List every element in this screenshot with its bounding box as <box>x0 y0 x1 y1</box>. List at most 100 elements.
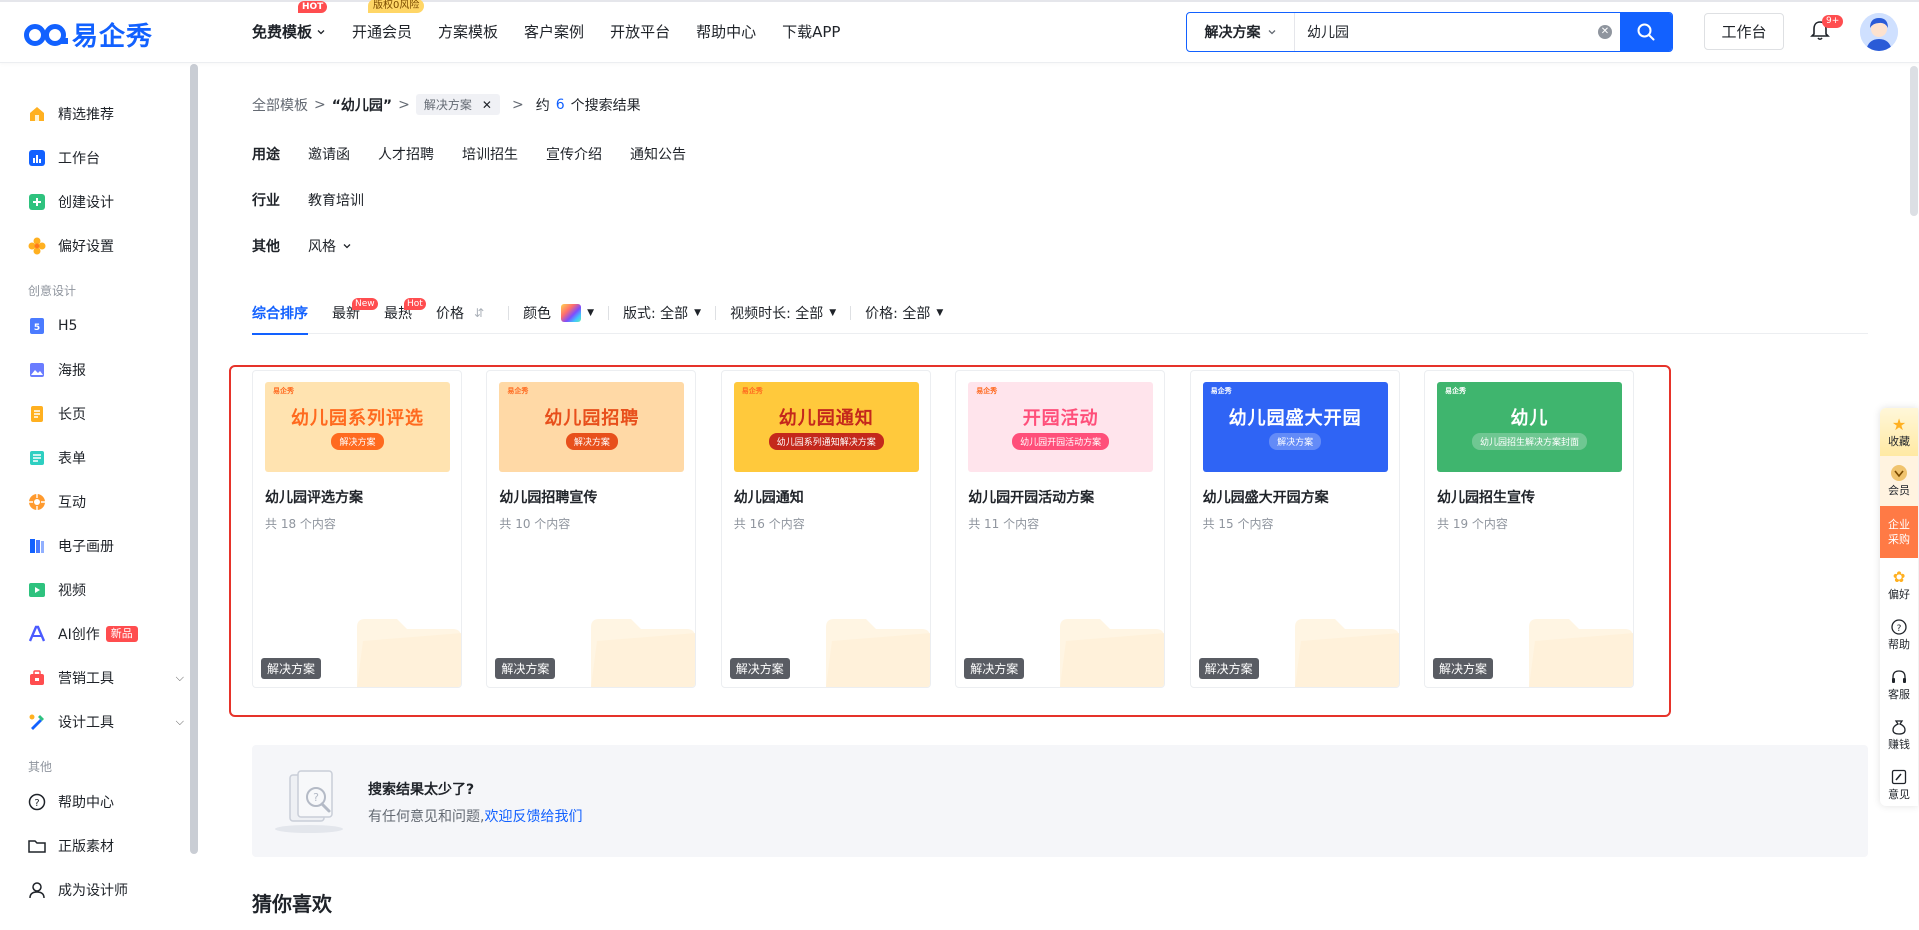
nav-help-center[interactable]: 帮助中心 <box>696 21 756 42</box>
thumbnail-brand: 易企秀 <box>1445 387 1466 395</box>
notification-button[interactable]: 9+ <box>1810 15 1844 46</box>
sidebar-item-label: 工作台 <box>58 151 100 167</box>
card-thumbnail: 易企秀 幼儿园盛大开园 解决方案 <box>1202 382 1388 472</box>
result-card[interactable]: 易企秀 幼儿 幼儿园招生解决方案封面 幼儿园招生宣传共 19 个内容 解决方案 <box>1424 370 1634 688</box>
chevron-down-icon <box>317 29 325 34</box>
nav-membership[interactable]: 版权0风险 开通会员 <box>352 0 425 42</box>
sort-comprehensive[interactable]: 综合排序 <box>252 292 308 335</box>
sidebar-item-create[interactable]: 创建设计 <box>28 190 184 214</box>
float-membership[interactable]: 会员 <box>1880 456 1918 506</box>
folder-watermark-icon <box>825 619 930 687</box>
filter-option[interactable]: 培训招生 <box>462 144 518 164</box>
result-card[interactable]: 易企秀 幼儿园通知 幼儿园系列通知解决方案 幼儿园通知共 16 个内容 解决方案 <box>720 370 931 688</box>
sidebar-item-form[interactable]: 表单 <box>28 446 184 470</box>
card-count: 共 11 个内容 <box>968 517 1040 531</box>
thumbnail-subtitle: 解决方案 <box>331 433 384 450</box>
folder-watermark-icon <box>357 619 461 687</box>
sidebar-item-long-page[interactable]: 长页 <box>28 402 184 426</box>
float-enterprise[interactable]: 企业采购 <box>1880 506 1918 558</box>
result-card[interactable]: 易企秀 幼儿园招聘 解决方案 幼儿园招聘宣传共 10 个内容 解决方案 <box>486 370 697 688</box>
filter-option[interactable]: 宣传介绍 <box>546 144 602 164</box>
sidebar-item-interactive[interactable]: 互动 <box>28 490 184 514</box>
float-earn[interactable]: 赚钱 <box>1880 718 1918 752</box>
sidebar-item-help[interactable]: ? 帮助中心 <box>28 790 184 814</box>
brand-name: 易企秀 <box>72 22 154 52</box>
thumbnail-brand: 易企秀 <box>273 387 294 395</box>
sidebar-item-workbench[interactable]: 工作台 <box>28 146 184 170</box>
divider <box>607 305 609 320</box>
filter-label: 用途 <box>252 147 280 163</box>
sort-hottest[interactable]: 最热 Hot <box>384 292 426 334</box>
sidebar-item-label: 精选推荐 <box>58 107 114 123</box>
chevron-down-icon <box>343 244 351 249</box>
filter-option[interactable]: 人才招聘 <box>378 144 434 164</box>
house-icon <box>28 105 46 123</box>
close-icon[interactable]: ✕ <box>482 98 492 112</box>
nav-free-templates[interactable]: HOT 免费模板 <box>252 1 328 42</box>
thumbnail-subtitle: 幼儿园招生解决方案封面 <box>1471 433 1587 450</box>
card-thumbnail: 易企秀 幼儿园系列评选 解决方案 <box>265 382 450 472</box>
nav-open-platform[interactable]: 开放平台 <box>610 21 670 42</box>
breadcrumb-separator: > <box>314 96 326 113</box>
float-preference[interactable]: ✿ 偏好 <box>1880 568 1918 602</box>
sidebar-item-ebook[interactable]: 电子画册 <box>28 534 184 558</box>
result-card[interactable]: 易企秀 开园活动 幼儿园开园活动方案 幼儿园开园活动方案共 11 个内容 解决方案 <box>955 370 1166 688</box>
result-card[interactable]: 易企秀 幼儿园系列评选 解决方案 幼儿园评选方案共 18 个内容 解决方案 <box>252 370 462 688</box>
sidebar-item-poster[interactable]: 海报 <box>28 358 184 382</box>
nav-download-app[interactable]: 下载APP <box>782 21 840 42</box>
top-header: 易企秀 HOT 免费模板 版权0风险 开通会员 方案模板 客户案例 开放平台 帮… <box>0 0 1919 63</box>
float-feedback[interactable]: 意见 <box>1880 768 1918 802</box>
sidebar-item-design-tools[interactable]: 设计工具 ⌵ <box>28 710 184 734</box>
sort-price[interactable]: 价格 ⇵ <box>436 292 484 334</box>
filter-option[interactable]: 教育培训 <box>308 190 364 210</box>
color-filter[interactable]: 颜色 ▼ <box>523 292 594 334</box>
book-icon <box>28 537 46 555</box>
nav-customer-cases[interactable]: 客户案例 <box>524 21 584 42</box>
result-count: 6 <box>555 96 565 113</box>
page-scrollbar[interactable] <box>1910 66 1918 216</box>
sidebar-item-ai[interactable]: AI创作 新品 <box>28 622 184 646</box>
card-type-tag: 解决方案 <box>1433 658 1494 679</box>
sidebar-item-marketing[interactable]: 营销工具 ⌵ <box>28 666 184 690</box>
sidebar-item-become-designer[interactable]: 成为设计师 <box>28 878 184 902</box>
search-input[interactable] <box>1295 13 1590 51</box>
nav-solution-templates[interactable]: 方案模板 <box>438 21 498 42</box>
sidebar-item-h5[interactable]: 5 H5 <box>28 314 184 338</box>
search-scope-select[interactable]: 解决方案 <box>1187 13 1295 51</box>
float-service[interactable]: 客服 <box>1880 668 1918 702</box>
breadcrumb-root[interactable]: 全部模板 <box>252 95 308 115</box>
sidebar-item-label: 偏好设置 <box>58 239 114 255</box>
layout-filter[interactable]: 版式: 全部 ▼ <box>623 292 701 334</box>
new-badge: 新品 <box>105 626 138 642</box>
logo[interactable]: 易企秀 <box>24 16 153 53</box>
float-help[interactable]: ? 帮助 <box>1880 618 1918 652</box>
price-filter[interactable]: 价格: 全部 ▼ <box>865 292 943 334</box>
filter-option[interactable]: 通知公告 <box>630 144 686 164</box>
feedback-link[interactable]: 欢迎反馈给我们 <box>484 809 582 825</box>
filter-option[interactable]: 邀请函 <box>308 144 350 164</box>
float-favorite[interactable]: ★ 收藏 <box>1880 408 1918 456</box>
h5-icon: 5 <box>28 317 46 335</box>
sidebar-item-licensed-assets[interactable]: 正版素材 <box>28 834 184 858</box>
search-bar: 解决方案 ✕ <box>1186 12 1673 52</box>
search-button[interactable] <box>1620 13 1672 51</box>
card-title: 幼儿园通知 <box>733 490 804 506</box>
sort-label: 价格 <box>436 305 464 322</box>
feedback-title: 搜索结果太少了? <box>368 782 475 798</box>
style-dropdown[interactable]: 风格 <box>308 236 352 256</box>
workbench-button[interactable]: 工作台 <box>1704 13 1784 50</box>
sidebar-item-preferences[interactable]: 偏好设置 <box>28 234 184 258</box>
sidebar-scrollbar[interactable] <box>190 64 198 854</box>
duration-filter[interactable]: 视频时长: 全部 ▼ <box>730 292 836 334</box>
interact-icon <box>28 493 46 511</box>
nav-label: 帮助中心 <box>696 23 757 41</box>
sort-newest[interactable]: 最新 New <box>332 292 378 334</box>
avatar[interactable] <box>1860 13 1898 51</box>
sidebar-item-featured[interactable]: 精选推荐 <box>28 102 184 126</box>
sidebar-item-video[interactable]: 视频 <box>28 578 184 602</box>
result-card[interactable]: 易企秀 幼儿园盛大开园 解决方案 幼儿园盛大开园方案共 15 个内容 解决方案 <box>1189 370 1400 688</box>
page-icon <box>28 405 46 423</box>
hot-badge: HOT <box>298 1 328 13</box>
clear-search-button[interactable]: ✕ <box>1590 13 1620 51</box>
filter-row-industry: 行业 教育培训 <box>252 190 364 210</box>
